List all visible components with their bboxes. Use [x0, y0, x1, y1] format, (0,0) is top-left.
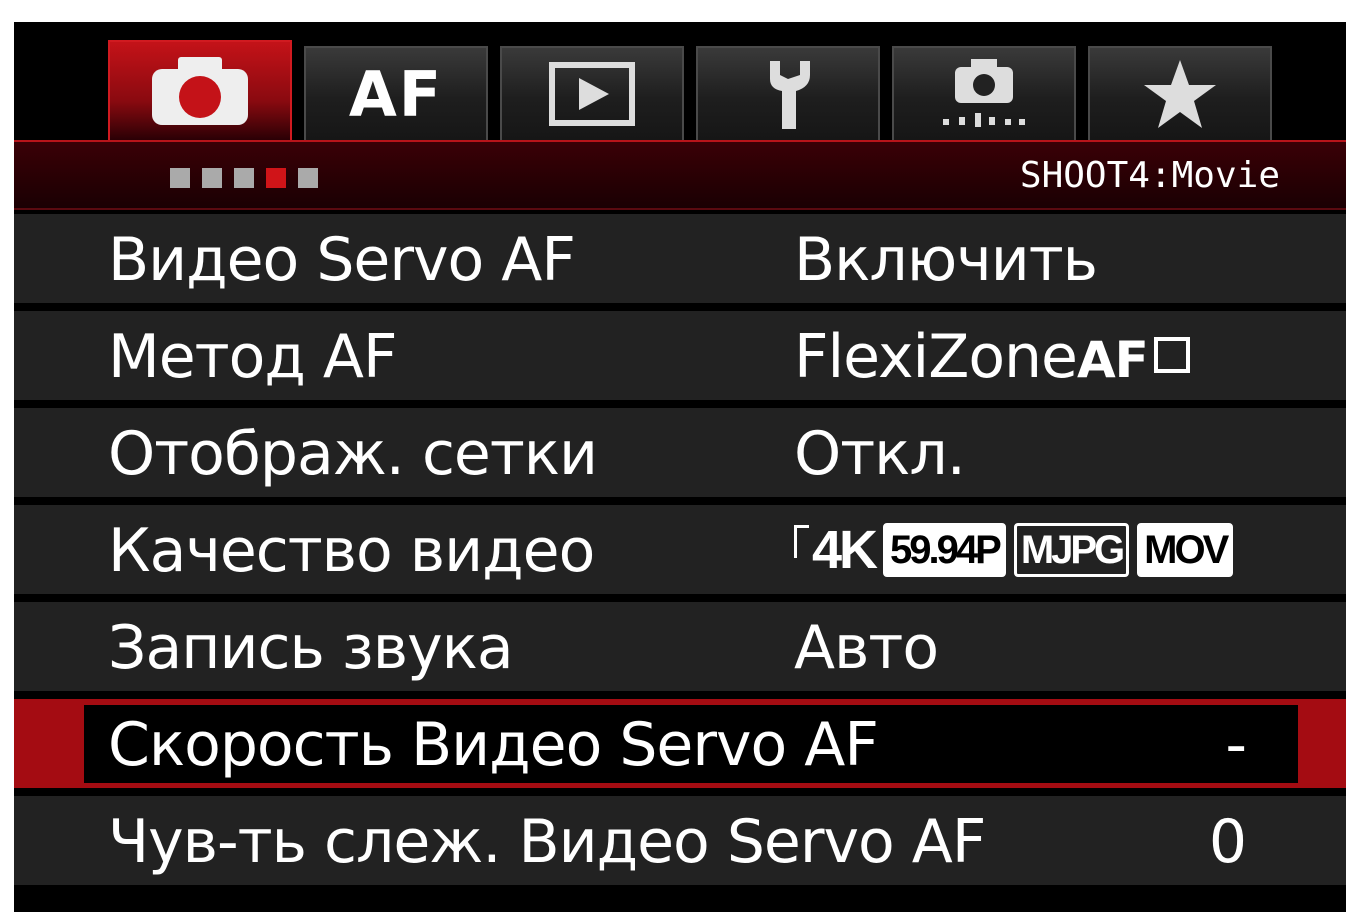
star-icon: [1144, 60, 1216, 128]
menu-item-servo-af-speed[interactable]: Скорость Видео Servo AF -: [14, 695, 1346, 788]
menu-item-label: Отображ. сетки: [108, 419, 598, 489]
menu-item-grid-display[interactable]: Отображ. сетки Откл.: [14, 404, 1346, 497]
menu-tab-bar: AF: [14, 22, 1346, 140]
page-dot: [202, 168, 222, 188]
tab-playback[interactable]: [500, 46, 684, 140]
value-af: AF: [1076, 331, 1149, 389]
format-badge: MOV: [1137, 523, 1234, 577]
menu-item-value: 4K 59.94P MJPG MOV: [794, 519, 1234, 581]
tab-my-menu[interactable]: [1088, 46, 1272, 140]
codec-badge: MJPG: [1013, 523, 1130, 577]
tab-custom[interactable]: [892, 46, 1076, 140]
menu-item-label: Качество видео: [108, 516, 595, 586]
camera-menu-screen: AF SHOOT4:Movie Видео Servo AF Включить …: [14, 22, 1346, 912]
page-label: SHOOT4:Movie: [1019, 155, 1280, 196]
movie-4k-icon: 4K: [794, 519, 878, 581]
menu-item-label: Видео Servo AF: [108, 225, 576, 295]
menu-item-value: Включить: [794, 225, 1098, 295]
tab-af-label: AF: [348, 57, 444, 131]
page-dot-active: [266, 168, 286, 188]
menu-item-label: Чув-ть слеж. Видео Servo AF: [108, 807, 986, 877]
menu-item-value: 0: [1208, 807, 1247, 877]
value-text: FlexiZone: [794, 322, 1078, 392]
page-dot: [234, 168, 254, 188]
frame-rate-badge: 59.94P: [883, 523, 1006, 577]
menu-item-movie-servo-af[interactable]: Видео Servo AF Включить: [14, 210, 1346, 303]
custom-functions-icon: [943, 59, 1025, 127]
menu-item-servo-af-tracking[interactable]: Чув-ть слеж. Видео Servo AF 0: [14, 792, 1346, 885]
menu-item-value: Откл.: [794, 419, 966, 489]
menu-item-label: Метод AF: [108, 322, 397, 392]
wrench-icon: [770, 61, 810, 129]
menu-item-af-method[interactable]: Метод AF FlexiZoneAF: [14, 307, 1346, 400]
single-point-icon: [1153, 337, 1190, 373]
page-dot: [298, 168, 318, 188]
menu-item-movie-quality[interactable]: Качество видео 4K 59.94P MJPG MOV: [14, 501, 1346, 594]
menu-item-value: FlexiZoneAF: [794, 319, 1190, 398]
tab-setup[interactable]: [696, 46, 880, 140]
play-icon: [549, 62, 635, 126]
tab-af[interactable]: AF: [304, 46, 488, 140]
tab-shoot[interactable]: [108, 40, 292, 140]
camera-icon: [152, 57, 248, 125]
menu-item-value: Авто: [794, 613, 939, 683]
page-indicator: [170, 168, 318, 188]
menu-item-label: Запись звука: [108, 613, 514, 683]
menu-item-sound-recording[interactable]: Запись звука Авто: [14, 598, 1346, 691]
menu-header: SHOOT4:Movie: [14, 140, 1346, 210]
page-dot: [170, 168, 190, 188]
menu-item-label: Скорость Видео Servo AF: [108, 710, 879, 780]
menu-item-value: -: [1225, 710, 1247, 780]
